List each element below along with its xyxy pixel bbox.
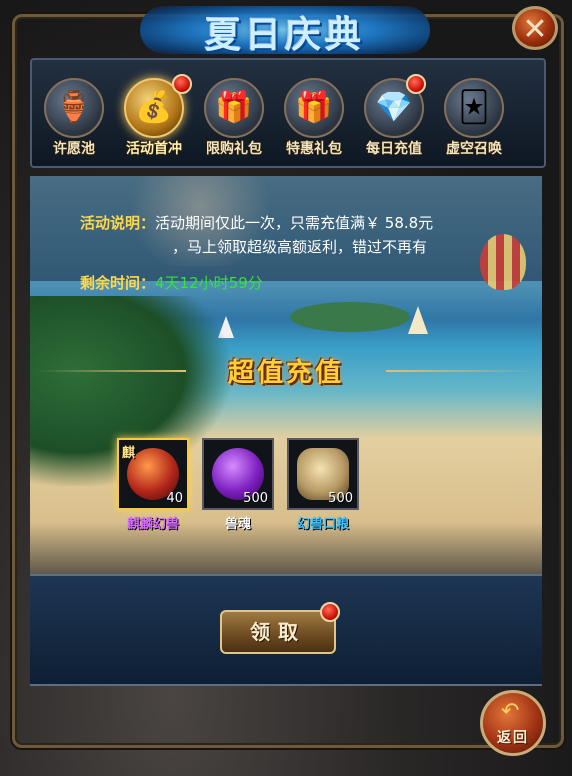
notification-dot bbox=[406, 74, 426, 94]
wish-pool-icon: 🏺 bbox=[44, 78, 104, 138]
gift-box-blue-icon: 🎁 bbox=[284, 78, 344, 138]
gift-box-icon: 🎁 bbox=[204, 78, 264, 138]
section-banner: 超值充值 bbox=[36, 350, 536, 390]
banner-title: 超值充值 bbox=[227, 358, 344, 388]
reward-name: 幻兽口粮 bbox=[296, 517, 349, 532]
desc-text: 活动期间仅此一次，只需充值满￥ 58.8元 bbox=[155, 214, 434, 232]
desc-text-line2: ，马上领取超级高额返利，错过不再有 bbox=[172, 238, 428, 256]
windsurf-sail bbox=[408, 306, 428, 334]
dialog-title: 夏日庆典 bbox=[204, 14, 365, 56]
time-value: 4天12小时59分 bbox=[155, 274, 263, 292]
reward-qty: 500 bbox=[243, 491, 268, 506]
notification-dot bbox=[172, 74, 192, 94]
reward-slot[interactable]: 500 bbox=[202, 438, 274, 510]
reward-item[interactable]: 麒 40 麒麟幻兽 bbox=[117, 438, 189, 532]
tab-wish-pool[interactable]: 🏺 许愿池 bbox=[38, 78, 110, 164]
rarity-badge: 麒 bbox=[122, 446, 136, 461]
tab-label: 虚空召唤 bbox=[446, 141, 502, 157]
reward-slot[interactable]: 麒 40 bbox=[117, 438, 189, 510]
claim-button[interactable]: 领取 bbox=[220, 610, 336, 654]
back-button[interactable]: ↶ 返回 bbox=[480, 690, 546, 756]
banner-ornament-left bbox=[36, 370, 186, 372]
island bbox=[290, 302, 410, 332]
tab-void-summon[interactable]: 🃏 虚空召唤 bbox=[438, 78, 510, 164]
reward-item[interactable]: 500 幻兽口粮 bbox=[287, 438, 359, 532]
tab-special-pack[interactable]: 🎁 特惠礼包 bbox=[278, 78, 350, 164]
sand-shadow bbox=[30, 522, 542, 574]
tab-label: 每日充值 bbox=[366, 141, 422, 157]
remaining-time: 剩余时间：4天12小时59分 bbox=[80, 272, 263, 293]
reward-qty: 40 bbox=[166, 491, 183, 506]
activity-description: 活动说明：活动期间仅此一次，只需充值满￥ 58.8元 bbox=[80, 210, 560, 236]
tab-label: 许愿池 bbox=[53, 141, 95, 157]
tab-limited-pack[interactable]: 🎁 限购礼包 bbox=[198, 78, 270, 164]
reward-name: 兽魂 bbox=[224, 517, 251, 532]
reward-slot[interactable]: 500 bbox=[287, 438, 359, 510]
reward-qty: 500 bbox=[328, 491, 353, 506]
notification-dot bbox=[320, 602, 340, 622]
tab-label: 限购礼包 bbox=[206, 141, 262, 157]
back-label: 返回 bbox=[497, 730, 529, 746]
summon-cards-icon: 🃏 bbox=[444, 78, 504, 138]
tab-first-recharge[interactable]: 💰 活动首冲 bbox=[118, 74, 192, 164]
hot-air-balloon bbox=[480, 234, 526, 290]
tab-daily-recharge[interactable]: 💎 每日充值 bbox=[358, 74, 430, 164]
title-banner: 夏日庆典 bbox=[140, 0, 430, 58]
tab-bar: 🏺 许愿池 💰 活动首冲 🎁 限购礼包 🎁 特惠礼包 💎 每日充值 🃏 虚空召唤 bbox=[30, 58, 546, 168]
desc-label: 活动说明： bbox=[80, 214, 156, 232]
tab-label: 活动首冲 bbox=[126, 141, 182, 157]
reward-name: 麒麟幻兽 bbox=[126, 517, 179, 532]
tab-label: 特惠礼包 bbox=[286, 141, 342, 157]
back-arrow-icon: ↶ bbox=[501, 699, 520, 724]
dialog-frame: 夏日庆典 ✕ 🏺 许愿池 💰 活动首冲 🎁 限购礼包 🎁 特惠礼包 💎 每日充值… bbox=[0, 0, 572, 776]
reward-item[interactable]: 500 兽魂 bbox=[202, 438, 274, 532]
close-button[interactable]: ✕ bbox=[512, 6, 558, 50]
banner-ornament-right bbox=[386, 370, 536, 372]
time-label: 剩余时间： bbox=[80, 274, 156, 292]
